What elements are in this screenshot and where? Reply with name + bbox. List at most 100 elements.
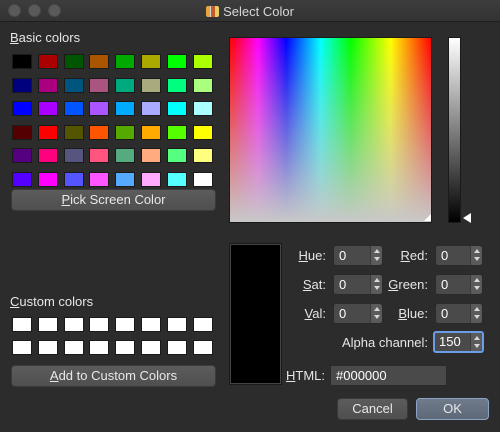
basic-color-swatch[interactable] — [167, 172, 187, 187]
html-color-input[interactable]: #000000 — [330, 365, 447, 386]
basic-color-swatch[interactable] — [141, 54, 161, 69]
basic-color-swatch[interactable] — [167, 54, 187, 69]
basic-color-swatch[interactable] — [64, 172, 84, 187]
basic-color-swatch[interactable] — [115, 101, 135, 116]
basic-color-swatch[interactable] — [141, 148, 161, 163]
html-label: HTML: — [285, 368, 325, 383]
basic-color-swatch[interactable] — [167, 148, 187, 163]
basic-color-swatch[interactable] — [167, 78, 187, 93]
custom-color-swatch[interactable] — [193, 317, 213, 332]
luminance-slider-handle[interactable] — [463, 213, 471, 223]
sat-value: 0 — [339, 277, 347, 292]
basic-color-swatch[interactable] — [193, 78, 213, 93]
hue-spinbox[interactable]: 0 — [333, 245, 383, 266]
blue-spinbox[interactable]: 0 — [435, 303, 483, 324]
basic-color-swatch[interactable] — [12, 172, 32, 187]
custom-color-swatch[interactable] — [89, 340, 109, 355]
blue-stepper[interactable] — [470, 304, 482, 323]
hue-stepper[interactable] — [370, 246, 382, 265]
basic-color-swatch[interactable] — [193, 101, 213, 116]
basic-color-swatch[interactable] — [38, 148, 58, 163]
basic-color-swatch[interactable] — [115, 125, 135, 140]
basic-color-swatch[interactable] — [89, 78, 109, 93]
basic-color-swatch[interactable] — [64, 148, 84, 163]
sat-stepper[interactable] — [370, 275, 382, 294]
basic-color-swatch[interactable] — [89, 172, 109, 187]
hue-saturation-picker[interactable] — [229, 37, 432, 223]
red-stepper[interactable] — [470, 246, 482, 265]
basic-color-swatch[interactable] — [141, 172, 161, 187]
basic-color-swatch[interactable] — [64, 54, 84, 69]
sat-spinbox[interactable]: 0 — [333, 274, 383, 295]
add-to-custom-colors-button[interactable]: Add to Custom Colors — [11, 365, 216, 387]
basic-color-swatch[interactable] — [12, 101, 32, 116]
basic-color-swatch[interactable] — [38, 125, 58, 140]
basic-color-swatch[interactable] — [115, 172, 135, 187]
red-spinbox[interactable]: 0 — [435, 245, 483, 266]
basic-color-swatch[interactable] — [167, 125, 187, 140]
title-bar: Select Color — [0, 0, 500, 22]
basic-color-swatch[interactable] — [64, 101, 84, 116]
green-label: Green: — [388, 277, 428, 292]
basic-color-swatch[interactable] — [12, 54, 32, 69]
alpha-channel-spinbox[interactable]: 150 — [433, 331, 484, 353]
custom-color-swatch[interactable] — [38, 340, 58, 355]
basic-color-swatch[interactable] — [89, 125, 109, 140]
val-spinbox[interactable]: 0 — [333, 303, 383, 324]
basic-color-swatch[interactable] — [193, 148, 213, 163]
val-label: Val: — [304, 306, 326, 321]
alpha-channel-stepper[interactable] — [470, 333, 482, 351]
luminance-slider[interactable] — [448, 37, 461, 223]
basic-color-swatch[interactable] — [64, 78, 84, 93]
val-stepper[interactable] — [370, 304, 382, 323]
basic-color-swatch[interactable] — [141, 78, 161, 93]
pick-screen-color-button[interactable]: Pick Screen Color — [11, 189, 216, 211]
alpha-channel-value: 150 — [439, 334, 461, 349]
custom-color-swatch[interactable] — [141, 340, 161, 355]
basic-color-swatch[interactable] — [38, 101, 58, 116]
arrow-up-icon — [374, 307, 380, 311]
basic-color-swatch[interactable] — [141, 101, 161, 116]
custom-color-swatch[interactable] — [115, 317, 135, 332]
cancel-button[interactable]: Cancel — [337, 398, 408, 420]
custom-color-swatch[interactable] — [12, 340, 32, 355]
basic-color-swatch[interactable] — [115, 148, 135, 163]
basic-color-swatch[interactable] — [89, 54, 109, 69]
custom-color-swatch[interactable] — [12, 317, 32, 332]
basic-color-swatch[interactable] — [38, 78, 58, 93]
custom-color-swatch[interactable] — [64, 317, 84, 332]
basic-color-swatch[interactable] — [12, 148, 32, 163]
green-stepper[interactable] — [470, 275, 482, 294]
basic-color-swatch[interactable] — [38, 54, 58, 69]
arrow-up-icon — [474, 278, 480, 282]
custom-color-swatch[interactable] — [115, 340, 135, 355]
basic-color-swatch[interactable] — [167, 101, 187, 116]
ok-button[interactable]: OK — [416, 398, 489, 420]
app-icon — [206, 6, 220, 17]
basic-color-swatch[interactable] — [115, 54, 135, 69]
custom-color-swatch[interactable] — [167, 340, 187, 355]
basic-color-swatch[interactable] — [141, 125, 161, 140]
basic-color-swatch[interactable] — [193, 172, 213, 187]
basic-color-swatch[interactable] — [38, 172, 58, 187]
custom-colors-label: Custom colors — [10, 294, 94, 309]
window-title: Select Color — [0, 4, 500, 19]
custom-color-swatch[interactable] — [89, 317, 109, 332]
basic-color-swatch[interactable] — [64, 125, 84, 140]
custom-color-swatch[interactable] — [193, 340, 213, 355]
green-spinbox[interactable]: 0 — [435, 274, 483, 295]
basic-color-swatch[interactable] — [89, 148, 109, 163]
custom-color-swatch[interactable] — [167, 317, 187, 332]
basic-color-swatch[interactable] — [115, 78, 135, 93]
hue-label: Hue: — [298, 248, 326, 263]
basic-color-swatch[interactable] — [193, 54, 213, 69]
basic-color-swatch[interactable] — [12, 125, 32, 140]
custom-color-swatch[interactable] — [38, 317, 58, 332]
basic-color-swatch[interactable] — [193, 125, 213, 140]
arrow-down-icon — [474, 286, 480, 290]
basic-color-swatch[interactable] — [89, 101, 109, 116]
custom-color-swatch[interactable] — [141, 317, 161, 332]
custom-color-swatch[interactable] — [64, 340, 84, 355]
hue-value: 0 — [339, 248, 347, 263]
basic-color-swatch[interactable] — [12, 78, 32, 93]
